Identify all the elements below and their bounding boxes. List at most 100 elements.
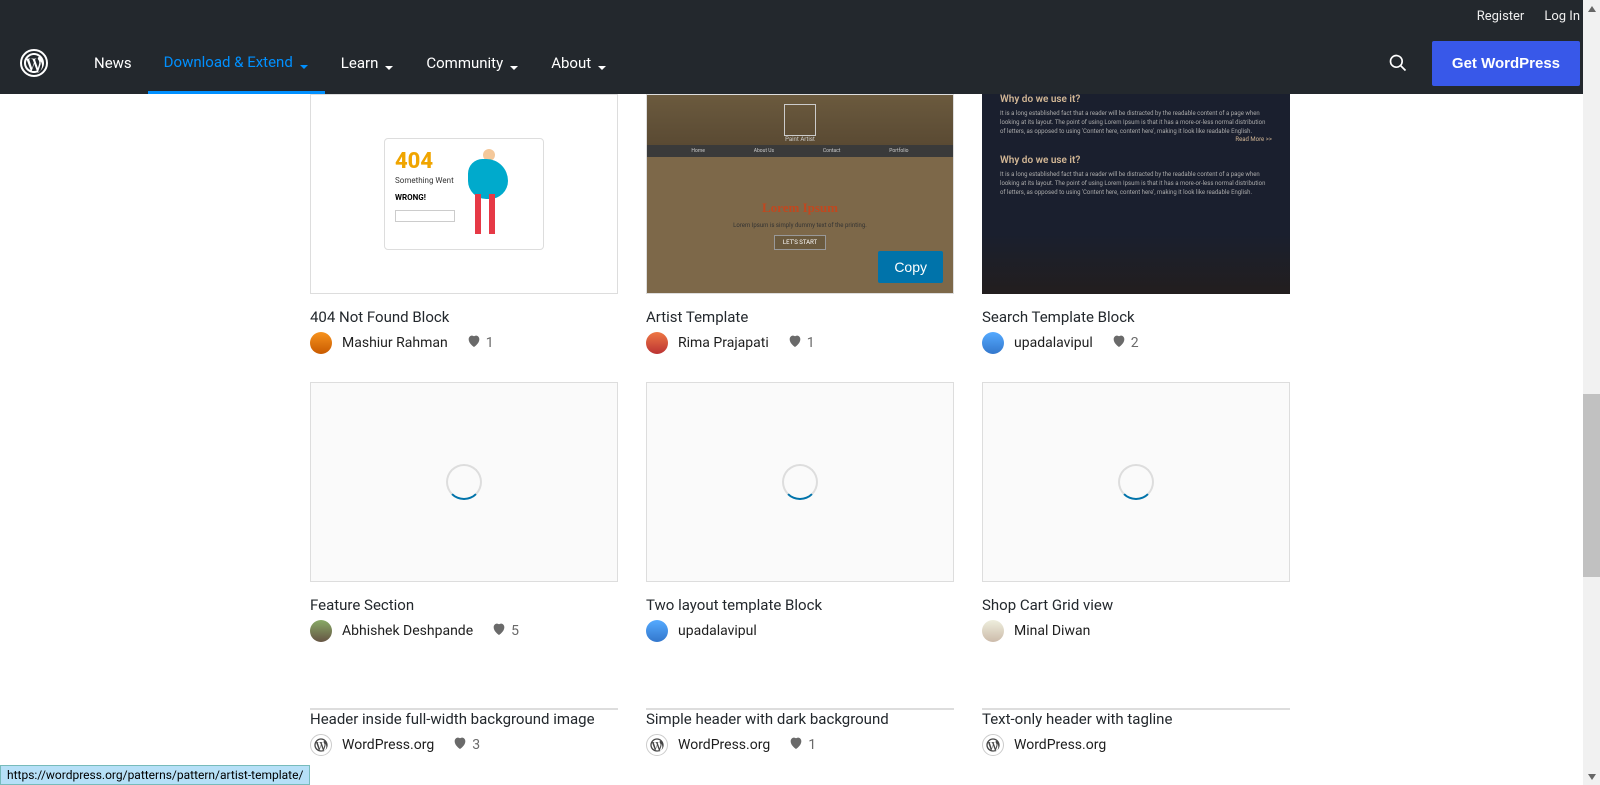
pattern-meta: upadalavipul 2 — [982, 332, 1290, 354]
pattern-meta: upadalavipul — [646, 620, 954, 642]
pattern-thumbnail[interactable] — [310, 382, 618, 582]
nav-item-label: About — [551, 54, 591, 72]
pattern-title[interactable]: Search Template Block — [982, 308, 1290, 326]
copy-button[interactable]: Copy — [878, 251, 943, 283]
heart-icon — [788, 735, 804, 755]
author-name[interactable]: Minal Diwan — [1014, 623, 1090, 639]
pattern-thumbnail[interactable]: 404Something WentWRONG! — [310, 94, 618, 294]
author-name[interactable]: Mashiur Rahman — [342, 335, 448, 351]
thumb-button: LET'S START — [774, 235, 826, 250]
avatar[interactable] — [310, 620, 332, 642]
pattern-card: Simple header with dark background WordPr… — [646, 708, 954, 756]
thumb-heading: Why do we use it? — [1000, 94, 1272, 105]
pattern-card: Why do we use it? It is a long establishe… — [982, 94, 1290, 354]
topbar: Register Log In — [0, 0, 1600, 32]
chevron-down-icon — [299, 57, 309, 67]
author-name[interactable]: Abhishek Deshpande — [342, 623, 473, 639]
nav-item-community[interactable]: Community — [410, 32, 535, 94]
pattern-meta: WordPress.org — [982, 734, 1290, 756]
thumb-subtext: Lorem Ipsum is simply dummy text of the … — [733, 222, 867, 229]
avatar[interactable] — [646, 620, 668, 642]
likes-count[interactable]: 3 — [452, 735, 480, 755]
likes-count[interactable]: 1 — [788, 735, 816, 755]
pattern-meta: WordPress.org 1 — [646, 734, 954, 756]
author-name[interactable]: WordPress.org — [1014, 737, 1106, 753]
avatar[interactable] — [982, 734, 1004, 756]
get-wordpress-button[interactable]: Get WordPress — [1432, 41, 1580, 86]
pattern-meta: WordPress.org 3 — [310, 734, 618, 756]
nav-item-label: News — [94, 54, 132, 72]
likes-count[interactable]: 2 — [1111, 333, 1139, 353]
pattern-card: Paint ArtistHomeAbout UsContactPortfolio… — [646, 94, 954, 354]
pattern-title[interactable]: 404 Not Found Block — [310, 308, 618, 326]
chevron-down-icon — [597, 58, 607, 68]
heart-icon — [466, 333, 482, 353]
pattern-card: Text-only header with tagline WordPress.o… — [982, 708, 1290, 756]
pattern-thumbnail[interactable] — [646, 708, 954, 710]
read-more: Read More >> — [1000, 136, 1272, 143]
likes-count[interactable]: 1 — [787, 333, 815, 353]
chevron-down-icon — [384, 58, 394, 68]
nav-item-label: Download & Extend — [164, 53, 293, 71]
thumb-body: It is a long established fact that a rea… — [1000, 109, 1272, 136]
nav-items: News Download & Extend Learn Community About — [78, 32, 1388, 94]
register-link[interactable]: Register — [1477, 9, 1525, 24]
nav-item-about[interactable]: About — [535, 32, 623, 94]
error-line1: Something Went — [395, 176, 455, 185]
statusbar: https://wordpress.org/patterns/pattern/a… — [0, 765, 310, 785]
pattern-thumbnail[interactable]: Paint ArtistHomeAbout UsContactPortfolio… — [646, 94, 954, 294]
pattern-title[interactable]: Feature Section — [310, 596, 618, 614]
avatar[interactable] — [982, 620, 1004, 642]
author-name[interactable]: upadalavipul — [678, 623, 757, 639]
pattern-thumbnail[interactable] — [982, 708, 1290, 710]
loading-spinner-icon — [446, 464, 482, 500]
pattern-thumbnail[interactable] — [310, 708, 618, 710]
pattern-thumbnail[interactable] — [646, 382, 954, 582]
author-name[interactable]: WordPress.org — [678, 737, 770, 753]
loading-spinner-icon — [782, 464, 818, 500]
author-name[interactable]: Rima Prajapati — [678, 335, 769, 351]
nav-item-learn[interactable]: Learn — [325, 32, 411, 94]
nav-item-download-extend[interactable]: Download & Extend — [148, 32, 325, 94]
pattern-thumbnail[interactable] — [982, 382, 1290, 582]
pattern-thumbnail[interactable]: Why do we use it? It is a long establishe… — [982, 94, 1290, 294]
person-illustration — [463, 149, 513, 239]
avatar[interactable] — [310, 734, 332, 756]
nav-item-label: Community — [426, 54, 503, 72]
pattern-title[interactable]: Simple header with dark background — [646, 710, 954, 728]
heart-icon — [787, 333, 803, 353]
scroll-up[interactable] — [1583, 0, 1600, 17]
chevron-down-icon — [509, 58, 519, 68]
avatar[interactable] — [310, 332, 332, 354]
pattern-title[interactable]: Two layout template Block — [646, 596, 954, 614]
scrollbar[interactable] — [1583, 0, 1600, 785]
scroll-down[interactable] — [1583, 768, 1600, 785]
thumb-body: It is a long established fact that a rea… — [1000, 170, 1272, 197]
wordpress-logo[interactable] — [20, 49, 48, 77]
likes-count[interactable]: 1 — [466, 333, 494, 353]
pattern-title[interactable]: Header inside full-width background imag… — [310, 710, 618, 728]
avatar[interactable] — [646, 332, 668, 354]
login-link[interactable]: Log In — [1544, 9, 1580, 24]
pattern-title[interactable]: Artist Template — [646, 308, 954, 326]
author-name[interactable]: WordPress.org — [342, 737, 434, 753]
pattern-meta: Minal Diwan — [982, 620, 1290, 642]
search-icon[interactable] — [1388, 53, 1408, 73]
thumb-heading: Why do we use it? — [1000, 155, 1272, 166]
heart-icon — [1111, 333, 1127, 353]
pattern-title[interactable]: Shop Cart Grid view — [982, 596, 1290, 614]
likes-count[interactable]: 5 — [491, 621, 519, 641]
avatar[interactable] — [646, 734, 668, 756]
nav-item-news[interactable]: News — [78, 32, 148, 94]
pattern-card: Header inside full-width background imag… — [310, 708, 618, 756]
scroll-thumb[interactable] — [1583, 394, 1600, 577]
author-name[interactable]: upadalavipul — [1014, 335, 1093, 351]
pattern-card: Feature Section Abhishek Deshpande 5 — [310, 382, 618, 642]
pattern-title[interactable]: Text-only header with tagline — [982, 710, 1290, 728]
pattern-card: Two layout template Block upadalavipul — [646, 382, 954, 642]
avatar[interactable] — [982, 332, 1004, 354]
pattern-meta: Mashiur Rahman 1 — [310, 332, 618, 354]
heart-icon — [491, 621, 507, 641]
pattern-meta: Abhishek Deshpande 5 — [310, 620, 618, 642]
error-code: 404 — [395, 149, 455, 174]
